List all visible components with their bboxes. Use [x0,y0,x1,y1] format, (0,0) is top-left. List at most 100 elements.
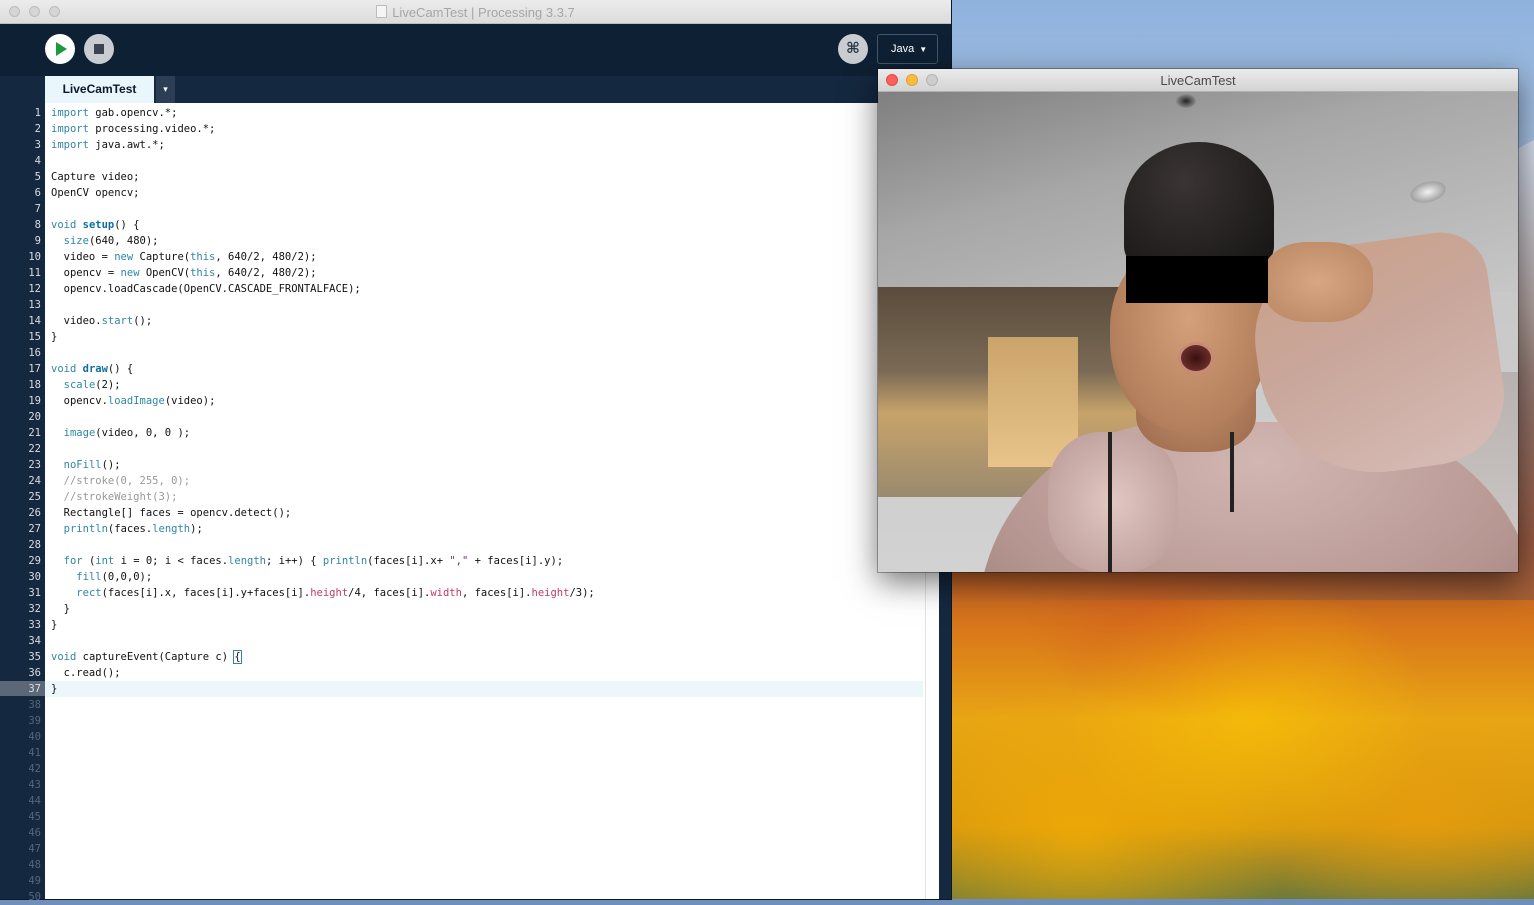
line-number: 22 [28,443,41,455]
code-token: processing.video.*; [88,123,216,135]
line-number: 43 [28,779,41,791]
code-editor[interactable]: import gab.opencv.*; import processing.vi… [45,103,925,899]
code-line: //stroke(0, 255, 0); [51,473,190,489]
person-hand [1263,242,1373,322]
line-number: 8 [34,219,41,231]
line-number: 3 [34,139,41,151]
code-line: video = new Capture(this, 640/2, 480/2); [51,249,317,265]
code-token: ); [190,523,203,535]
mode-selector[interactable]: Java ▼ [877,34,938,64]
line-number: 38 [28,699,41,711]
person-mouth [1178,342,1214,374]
code-token: loadImage [107,395,165,407]
line-number: 15 [28,331,41,343]
code-token: (); [101,459,121,471]
code-line: Rectangle[] faces = opencv.detect(); [51,505,292,521]
code-token: (2); [95,379,121,391]
ide-titlebar[interactable]: LiveCamTest | Processing 3.3.7 [0,0,951,24]
ide-title-text: LiveCamTest | Processing 3.3.7 [392,5,575,20]
code-line: } [51,681,57,697]
code-token: height [531,587,570,599]
chevron-down-icon: ▼ [919,45,928,54]
tab-livecamtest[interactable]: LiveCamTest [45,76,154,103]
line-number: 46 [28,827,41,839]
code-token: this [190,267,216,279]
line-number: 12 [28,283,41,295]
debug-button[interactable]: ⌘ [838,34,868,64]
code-token: noFill [63,459,102,471]
code-token: c.read(); [51,667,121,679]
sketch-window: LiveCamTest [878,69,1518,572]
code-token: ( [82,555,96,567]
code-token: (faces[i].x, faces[i].y+faces[i]. [101,587,311,599]
code-line: noFill(); [51,457,121,473]
line-number: 36 [28,667,41,679]
earphone-cord [1230,432,1234,512]
code-token: , 640/2, 480/2); [215,267,317,279]
line-number: 4 [34,155,41,167]
code-token: start [101,315,134,327]
code-token: video = [51,251,115,263]
line-number: 19 [28,395,41,407]
code-line: size(640, 480); [51,233,159,249]
code-token: import [51,139,89,151]
ide-window-title: LiveCamTest | Processing 3.3.7 [0,5,951,20]
code-token: //stroke(0, 255, 0); [51,475,191,487]
code-line: import gab.opencv.*; [51,105,177,121]
line-number: 34 [28,635,41,647]
code-token: println [322,555,368,567]
line-number: 25 [28,491,41,503]
code-line: opencv.loadCascade(OpenCV.CASCADE_FRONTA… [51,281,361,297]
code-line: import processing.video.*; [51,121,215,137]
line-number: 28 [28,539,41,551]
code-token: width [430,587,462,599]
code-token: new [114,251,134,263]
ide-toolbar: ⌘ Java ▼ [0,24,951,76]
line-number: 33 [28,619,41,631]
code-line: import java.awt.*; [51,137,165,153]
document-icon [376,5,388,18]
tab-menu-button[interactable]: ▾ [156,76,175,103]
code-line: rect(faces[i].x, faces[i].y+faces[i].hei… [51,585,594,601]
line-number: 29 [28,555,41,567]
debugger-icon: ⌘ [846,39,860,57]
mode-label: Java [891,43,915,55]
run-button[interactable] [45,34,75,64]
line-number: 16 [28,347,41,359]
line-number: 35 [28,651,41,663]
line-number: 7 [34,203,41,215]
code-token: , faces[i]. [461,587,532,599]
line-number: 9 [34,235,41,247]
code-token: this [190,251,216,263]
line-number: 14 [28,315,41,327]
code-token: opencv. [51,395,108,407]
line-number: 10 [28,251,41,263]
line-number: 31 [28,587,41,599]
code-token: void [51,219,77,231]
code-token: length [152,523,191,535]
code-token: import [51,123,89,135]
sketch-titlebar[interactable]: LiveCamTest [878,69,1518,92]
code-line: scale(2); [51,377,121,393]
code-line: for (int i = 0; i < faces.length; i++) {… [51,553,563,569]
line-number: 23 [28,459,41,471]
webcam-frame [878,92,1518,572]
code-token: gab.opencv.*; [88,107,178,119]
code-token: length [228,555,266,567]
code-token: } [51,683,58,695]
code-token: draw [82,363,108,375]
line-number: 1 [34,107,41,119]
code-token: int [95,555,115,567]
line-number: 2 [34,123,41,135]
line-number: 13 [28,299,41,311]
stop-button[interactable] [84,34,114,64]
code-line: void setup() { [51,217,140,233]
person-cap [1124,142,1274,272]
line-number: 17 [28,363,41,375]
code-line: } [51,329,57,345]
